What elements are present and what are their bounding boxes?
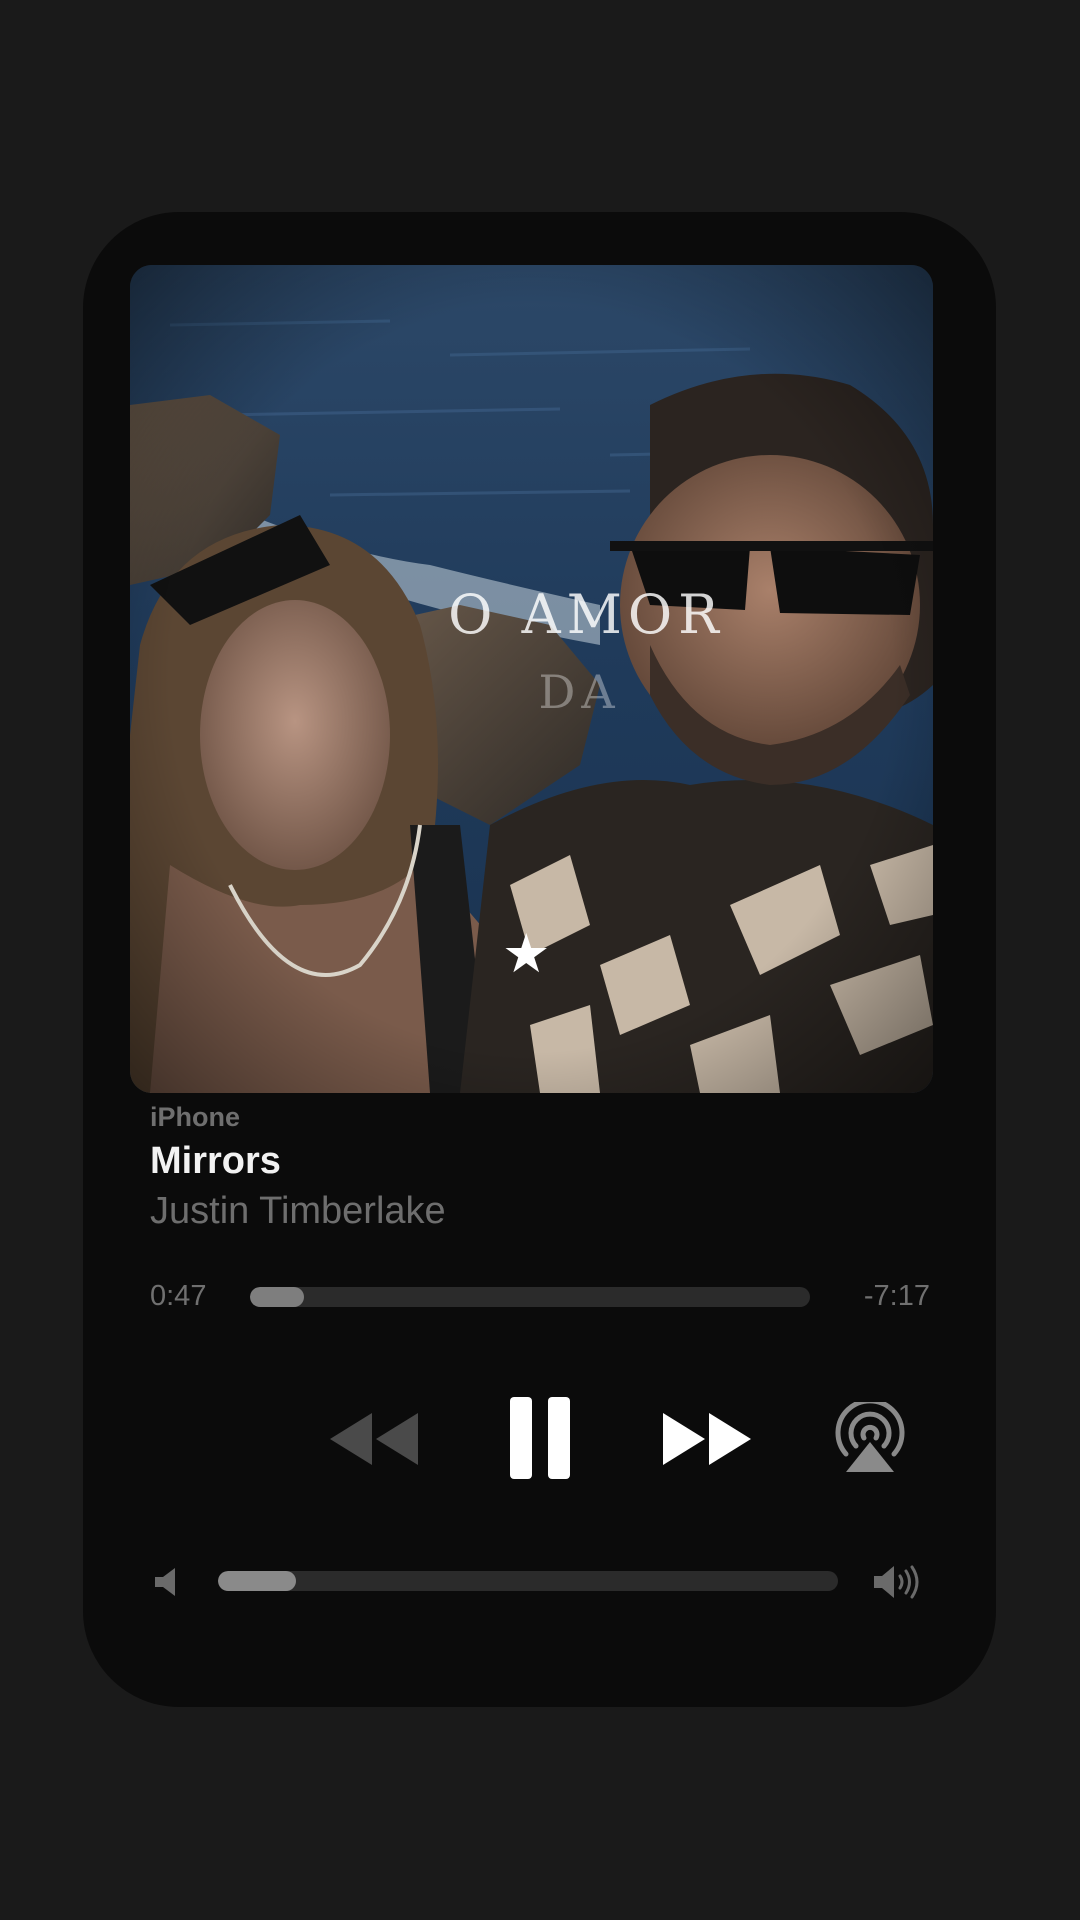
artwork-caption-line2: DA (538, 665, 621, 719)
star-icon: ★ (502, 924, 551, 984)
volume-max (872, 1563, 926, 1606)
album-artwork: O AMOR DA ★ (130, 265, 933, 1093)
playback-source: iPhone (150, 1102, 241, 1132)
rewind-button[interactable] (328, 1411, 420, 1467)
rewind-icon (330, 1413, 418, 1465)
volume-min (153, 1566, 181, 1603)
speaker-max-icon (874, 1565, 919, 1599)
artwork-caption-line1: O AMOR (448, 583, 725, 646)
speaker-min-icon (155, 1568, 175, 1596)
elapsed-time: 0:47 (150, 1280, 207, 1312)
artist-name[interactable]: Justin Timberlake (150, 1190, 446, 1233)
playback-progress-fill (250, 1287, 305, 1307)
remaining-time: -7:17 (863, 1280, 930, 1312)
pause-button[interactable] (508, 1395, 572, 1481)
fast-forward-button[interactable] (661, 1411, 753, 1467)
pause-icon (510, 1397, 570, 1479)
playback-scrubber[interactable] (250, 1287, 810, 1307)
airplay-button[interactable] (832, 1402, 908, 1474)
song-title: Mirrors (150, 1140, 281, 1182)
airplay-icon (835, 1402, 905, 1472)
volume-level-fill (218, 1571, 296, 1591)
fast-forward-icon (663, 1413, 751, 1465)
volume-slider[interactable] (218, 1571, 838, 1591)
